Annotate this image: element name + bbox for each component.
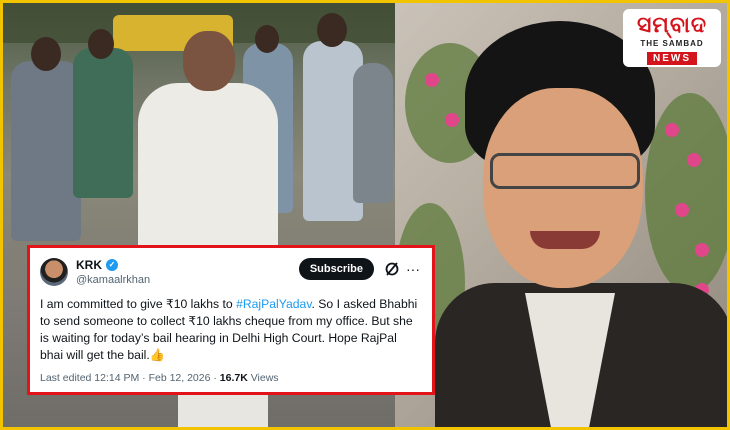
sambad-news-logo: ସମ୍ବାଦ THE SAMBAD NEWS	[623, 9, 721, 67]
views-count: 16.7K	[219, 372, 248, 384]
smile	[530, 231, 600, 249]
foliage	[645, 93, 727, 293]
crowd-head	[88, 29, 114, 59]
logo-wordmark: ସମ୍ବାଦ	[637, 13, 707, 38]
hashtag-link[interactable]: #RajPalYadav	[236, 297, 311, 311]
more-options-icon[interactable]: ···	[406, 258, 420, 280]
pink-flower	[695, 243, 709, 257]
walking-man-head	[183, 31, 235, 91]
author-handle[interactable]: @kamaalrkhan	[76, 274, 299, 286]
crowd-head	[317, 13, 347, 47]
portrait-photo	[395, 3, 727, 427]
tweet-header: KRK ✓ @kamaalrkhan Subscribe ···	[40, 258, 420, 292]
crowd-head	[31, 37, 61, 71]
image-frame: ସମ୍ବାଦ THE SAMBAD NEWS KRK ✓ @kamaalrkha…	[0, 0, 730, 430]
crowd-head	[255, 25, 279, 53]
crowd-person	[73, 48, 133, 198]
pink-flower	[445, 113, 459, 127]
logo-subtitle: THE SAMBAD	[640, 39, 704, 48]
glasses-bridge	[560, 158, 570, 184]
tweet-meta: Last edited 12:14 PM · Feb 12, 2026 · 16…	[40, 372, 420, 384]
edited-timestamp[interactable]: Last edited 12:14 PM · Feb 12, 2026 ·	[40, 372, 220, 384]
verified-badge-icon: ✓	[106, 259, 118, 271]
logo-news-badge: NEWS	[647, 52, 697, 65]
author-name[interactable]: KRK	[76, 258, 102, 272]
pink-flower	[425, 73, 439, 87]
pink-flower	[687, 153, 701, 167]
subscribe-button[interactable]: Subscribe	[298, 258, 374, 280]
tweet-text: I am committed to give ₹10 lakhs to #Raj…	[40, 296, 420, 364]
avatar[interactable]	[40, 258, 68, 286]
walking-man-body	[138, 83, 278, 253]
crowd-person	[353, 63, 393, 203]
author-info: KRK ✓ @kamaalrkhan	[76, 258, 299, 286]
pink-flower	[665, 123, 679, 137]
author-name-row: KRK ✓	[76, 258, 299, 272]
crowd-person	[11, 61, 81, 241]
grok-icon[interactable]	[384, 258, 400, 280]
views-label: Views	[247, 372, 279, 384]
tweet-card: KRK ✓ @kamaalrkhan Subscribe ··· I am co…	[27, 245, 435, 395]
tweet-text-part: I am committed to give ₹10 lakhs to	[40, 297, 237, 311]
pink-flower	[675, 203, 689, 217]
